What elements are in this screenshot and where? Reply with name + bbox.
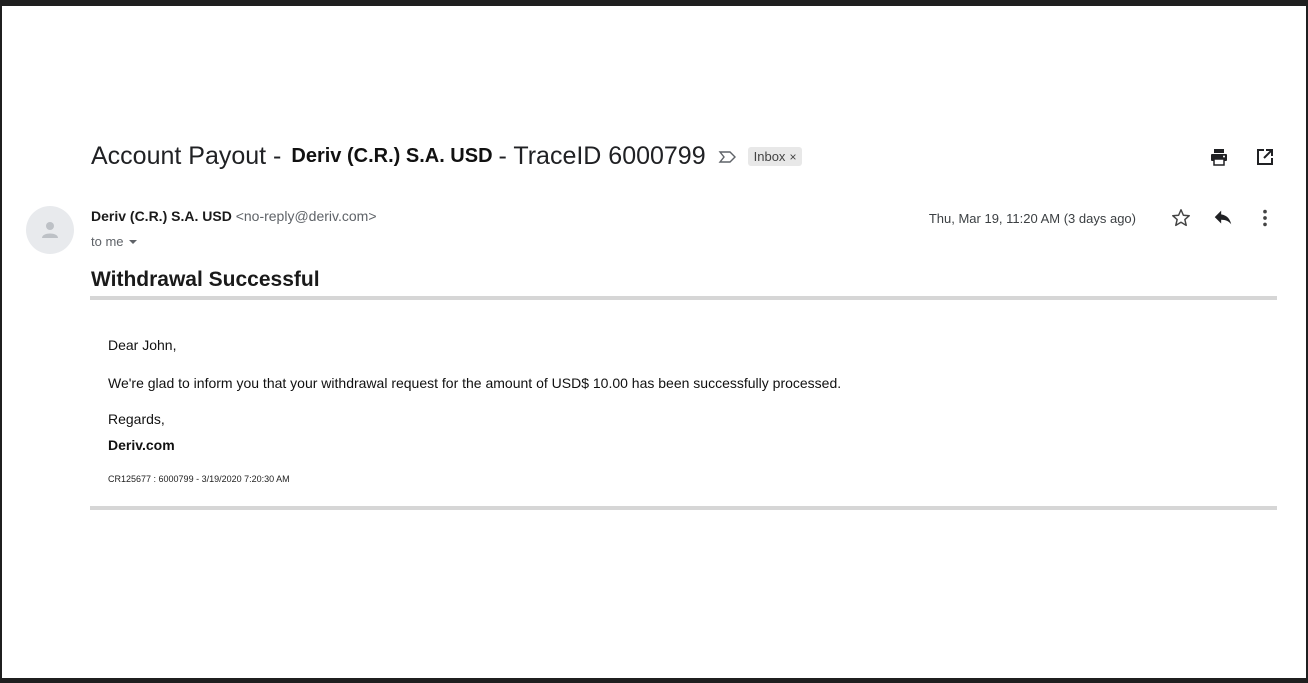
divider [90, 506, 1277, 510]
message-text: We're glad to inform you that your withd… [108, 375, 842, 391]
reference-number: CR125677 : 6000799 - 3/19/2020 7:20:30 A… [108, 474, 290, 484]
email-date: Thu, Mar 19, 11:20 AM (3 days ago) [928, 211, 1136, 226]
message-actions [1170, 207, 1276, 229]
email-view: Account Payout - Deriv (C.R.) S.A. USD -… [2, 6, 1306, 678]
reply-icon[interactable] [1212, 207, 1234, 229]
remove-label-icon[interactable]: × [789, 150, 796, 164]
subject-sender: Deriv (C.R.) S.A. USD [291, 145, 493, 167]
more-vert-icon[interactable] [1254, 207, 1276, 229]
recipient-label: to me [91, 234, 124, 249]
divider [90, 296, 1277, 300]
regards: Regards, [108, 411, 165, 427]
thread-actions [1208, 146, 1276, 168]
greeting: Dear John, [108, 337, 177, 353]
sender-name[interactable]: Deriv (C.R.) S.A. USD [91, 208, 232, 224]
email-body-title: Withdrawal Successful [91, 268, 320, 291]
sender-email: <no-reply@deriv.com> [235, 208, 377, 224]
open-in-new-window-icon[interactable] [1254, 146, 1276, 168]
email-subject: Account Payout - Deriv (C.R.) S.A. USD -… [91, 142, 803, 171]
sender-info: Deriv (C.R.) S.A. USD <no-reply@deriv.co… [91, 208, 377, 224]
subject-prefix: Account Payout - [91, 142, 282, 170]
chevron-down-icon[interactable] [128, 237, 138, 247]
star-icon[interactable] [1170, 207, 1192, 229]
inbox-label-badge: Inbox × [747, 147, 803, 166]
signature: Deriv.com [108, 437, 175, 453]
important-marker-icon[interactable] [718, 149, 738, 165]
recipient-details[interactable]: to me [91, 234, 138, 249]
sender-avatar [26, 206, 74, 254]
person-icon [42, 222, 58, 238]
print-icon[interactable] [1208, 146, 1230, 168]
subject-suffix: - TraceID 6000799 [498, 142, 706, 170]
inbox-label: Inbox [753, 149, 786, 164]
